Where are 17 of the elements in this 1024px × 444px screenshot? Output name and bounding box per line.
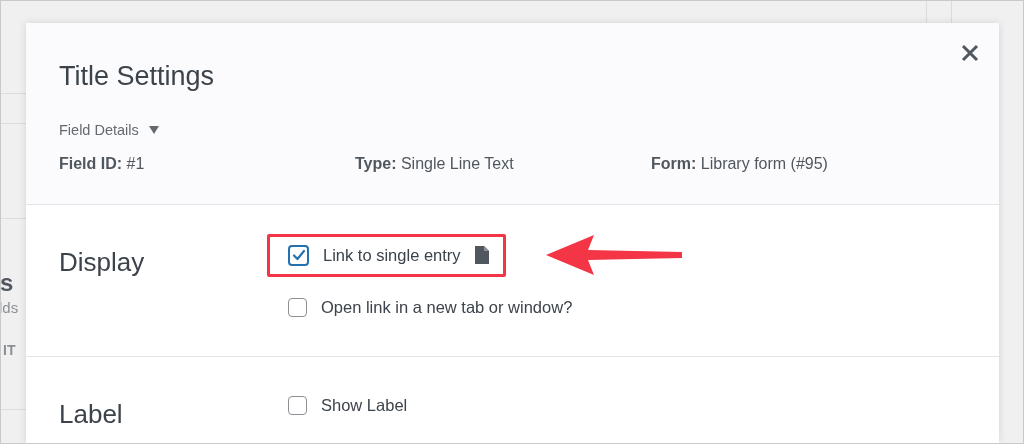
field-detail: Form: Library form (#95) — [651, 155, 829, 173]
caret-icon — [148, 126, 159, 134]
section-heading: Display — [59, 246, 146, 279]
column-header: IT — [3, 342, 17, 358]
close-icon[interactable] — [961, 44, 979, 62]
checkbox[interactable] — [288, 396, 307, 415]
checkbox[interactable] — [288, 244, 309, 266]
option-label: Show Label — [321, 396, 408, 415]
field-detail: Type: Single Line Text — [355, 155, 515, 173]
option-label: Link to single entry — [323, 245, 461, 265]
option-label: Open link in a new tab or window? — [321, 298, 573, 317]
dialog-title: Title Settings — [59, 61, 216, 92]
checkbox[interactable] — [288, 298, 307, 317]
field-details-toggle[interactable]: Field Details — [59, 122, 159, 138]
field-detail: Field ID: #1 — [59, 155, 146, 173]
page-heading: s — [1, 269, 15, 297]
section-heading: Label — [59, 398, 124, 430]
